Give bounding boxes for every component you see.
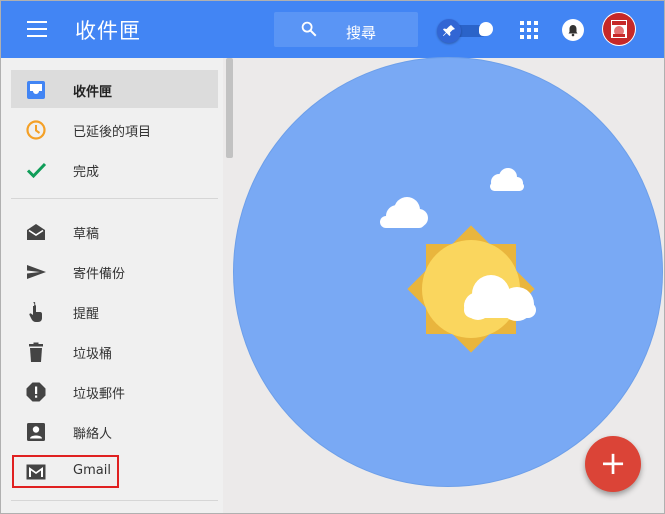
sidebar-item-label: 草稿 [73, 227, 100, 242]
search-input[interactable]: 搜尋 [274, 12, 418, 47]
sidebar-item-done[interactable]: 完成 [11, 150, 218, 188]
sidebar-item-gmail[interactable]: Gmail [11, 452, 218, 490]
reminder-finger-icon [29, 302, 42, 322]
small-cloud-icon [490, 168, 524, 191]
sidebar-item-trash[interactable]: 垃圾桶 [11, 332, 218, 370]
pinned-toggle[interactable] [437, 19, 495, 43]
compose-button[interactable]: + [585, 436, 641, 492]
avatar[interactable] [602, 12, 636, 46]
trash-icon [29, 342, 43, 362]
sidebar-item-label: 寄件備份 [73, 267, 126, 282]
sidebar-item-drafts[interactable]: 草稿 [11, 212, 218, 250]
inbox-app-window: 收件匣 搜尋 收件匣 已延後的項目 完成 草稿 寄件備份 提醒 垃圾桶 垃圾郵件… [0, 0, 665, 514]
search-placeholder: 搜尋 [346, 24, 377, 42]
navigation-drawer: 收件匣 已延後的項目 完成 草稿 寄件備份 提醒 垃圾桶 垃圾郵件 聯絡人 Gm… [1, 58, 223, 513]
checkmark-icon [26, 162, 47, 179]
sidebar-item-label: 已延後的項目 [73, 125, 152, 140]
contacts-icon [27, 423, 45, 441]
sidebar-item-label: 完成 [73, 165, 100, 180]
bell-icon[interactable] [562, 19, 584, 41]
sidebar-item-snoozed[interactable]: 已延後的項目 [11, 110, 218, 148]
send-icon [27, 265, 46, 279]
sidebar-item-label: 收件匣 [73, 85, 113, 100]
sidebar-item-label: 垃圾桶 [73, 347, 113, 362]
top-app-bar: 收件匣 搜尋 [1, 1, 664, 58]
sidebar-item-label: 聯絡人 [73, 427, 113, 442]
speech-bubble-icon [479, 22, 493, 36]
sidebar-item-reminders[interactable]: 提醒 [11, 292, 218, 330]
sidebar-item-label: 垃圾郵件 [73, 387, 126, 402]
sidebar-divider [11, 500, 218, 501]
sidebar-item-label: Gmail [73, 463, 111, 478]
empty-inbox-illustration [234, 58, 662, 486]
sidebar-item-sent[interactable]: 寄件備份 [11, 252, 218, 290]
hamburger-icon[interactable] [27, 21, 47, 37]
apps-grid-icon[interactable] [520, 21, 538, 39]
sidebar-item-contacts[interactable]: 聯絡人 [11, 412, 218, 450]
drafts-icon [27, 224, 45, 240]
small-cloud-icon [380, 197, 428, 228]
clock-icon [26, 120, 46, 140]
spam-icon [26, 382, 46, 402]
sidebar-item-spam[interactable]: 垃圾郵件 [11, 372, 218, 410]
pin-icon [437, 19, 461, 43]
sidebar-item-inbox[interactable]: 收件匣 [11, 70, 218, 108]
inbox-icon [27, 81, 45, 99]
sidebar-item-label: 提醒 [73, 307, 100, 322]
gmail-icon [26, 464, 46, 480]
page-title: 收件匣 [75, 19, 141, 43]
search-icon [301, 21, 317, 37]
sidebar-divider [11, 198, 218, 199]
sunny-weather-illustration [380, 168, 536, 353]
sidebar-scrollbar[interactable] [226, 58, 233, 158]
